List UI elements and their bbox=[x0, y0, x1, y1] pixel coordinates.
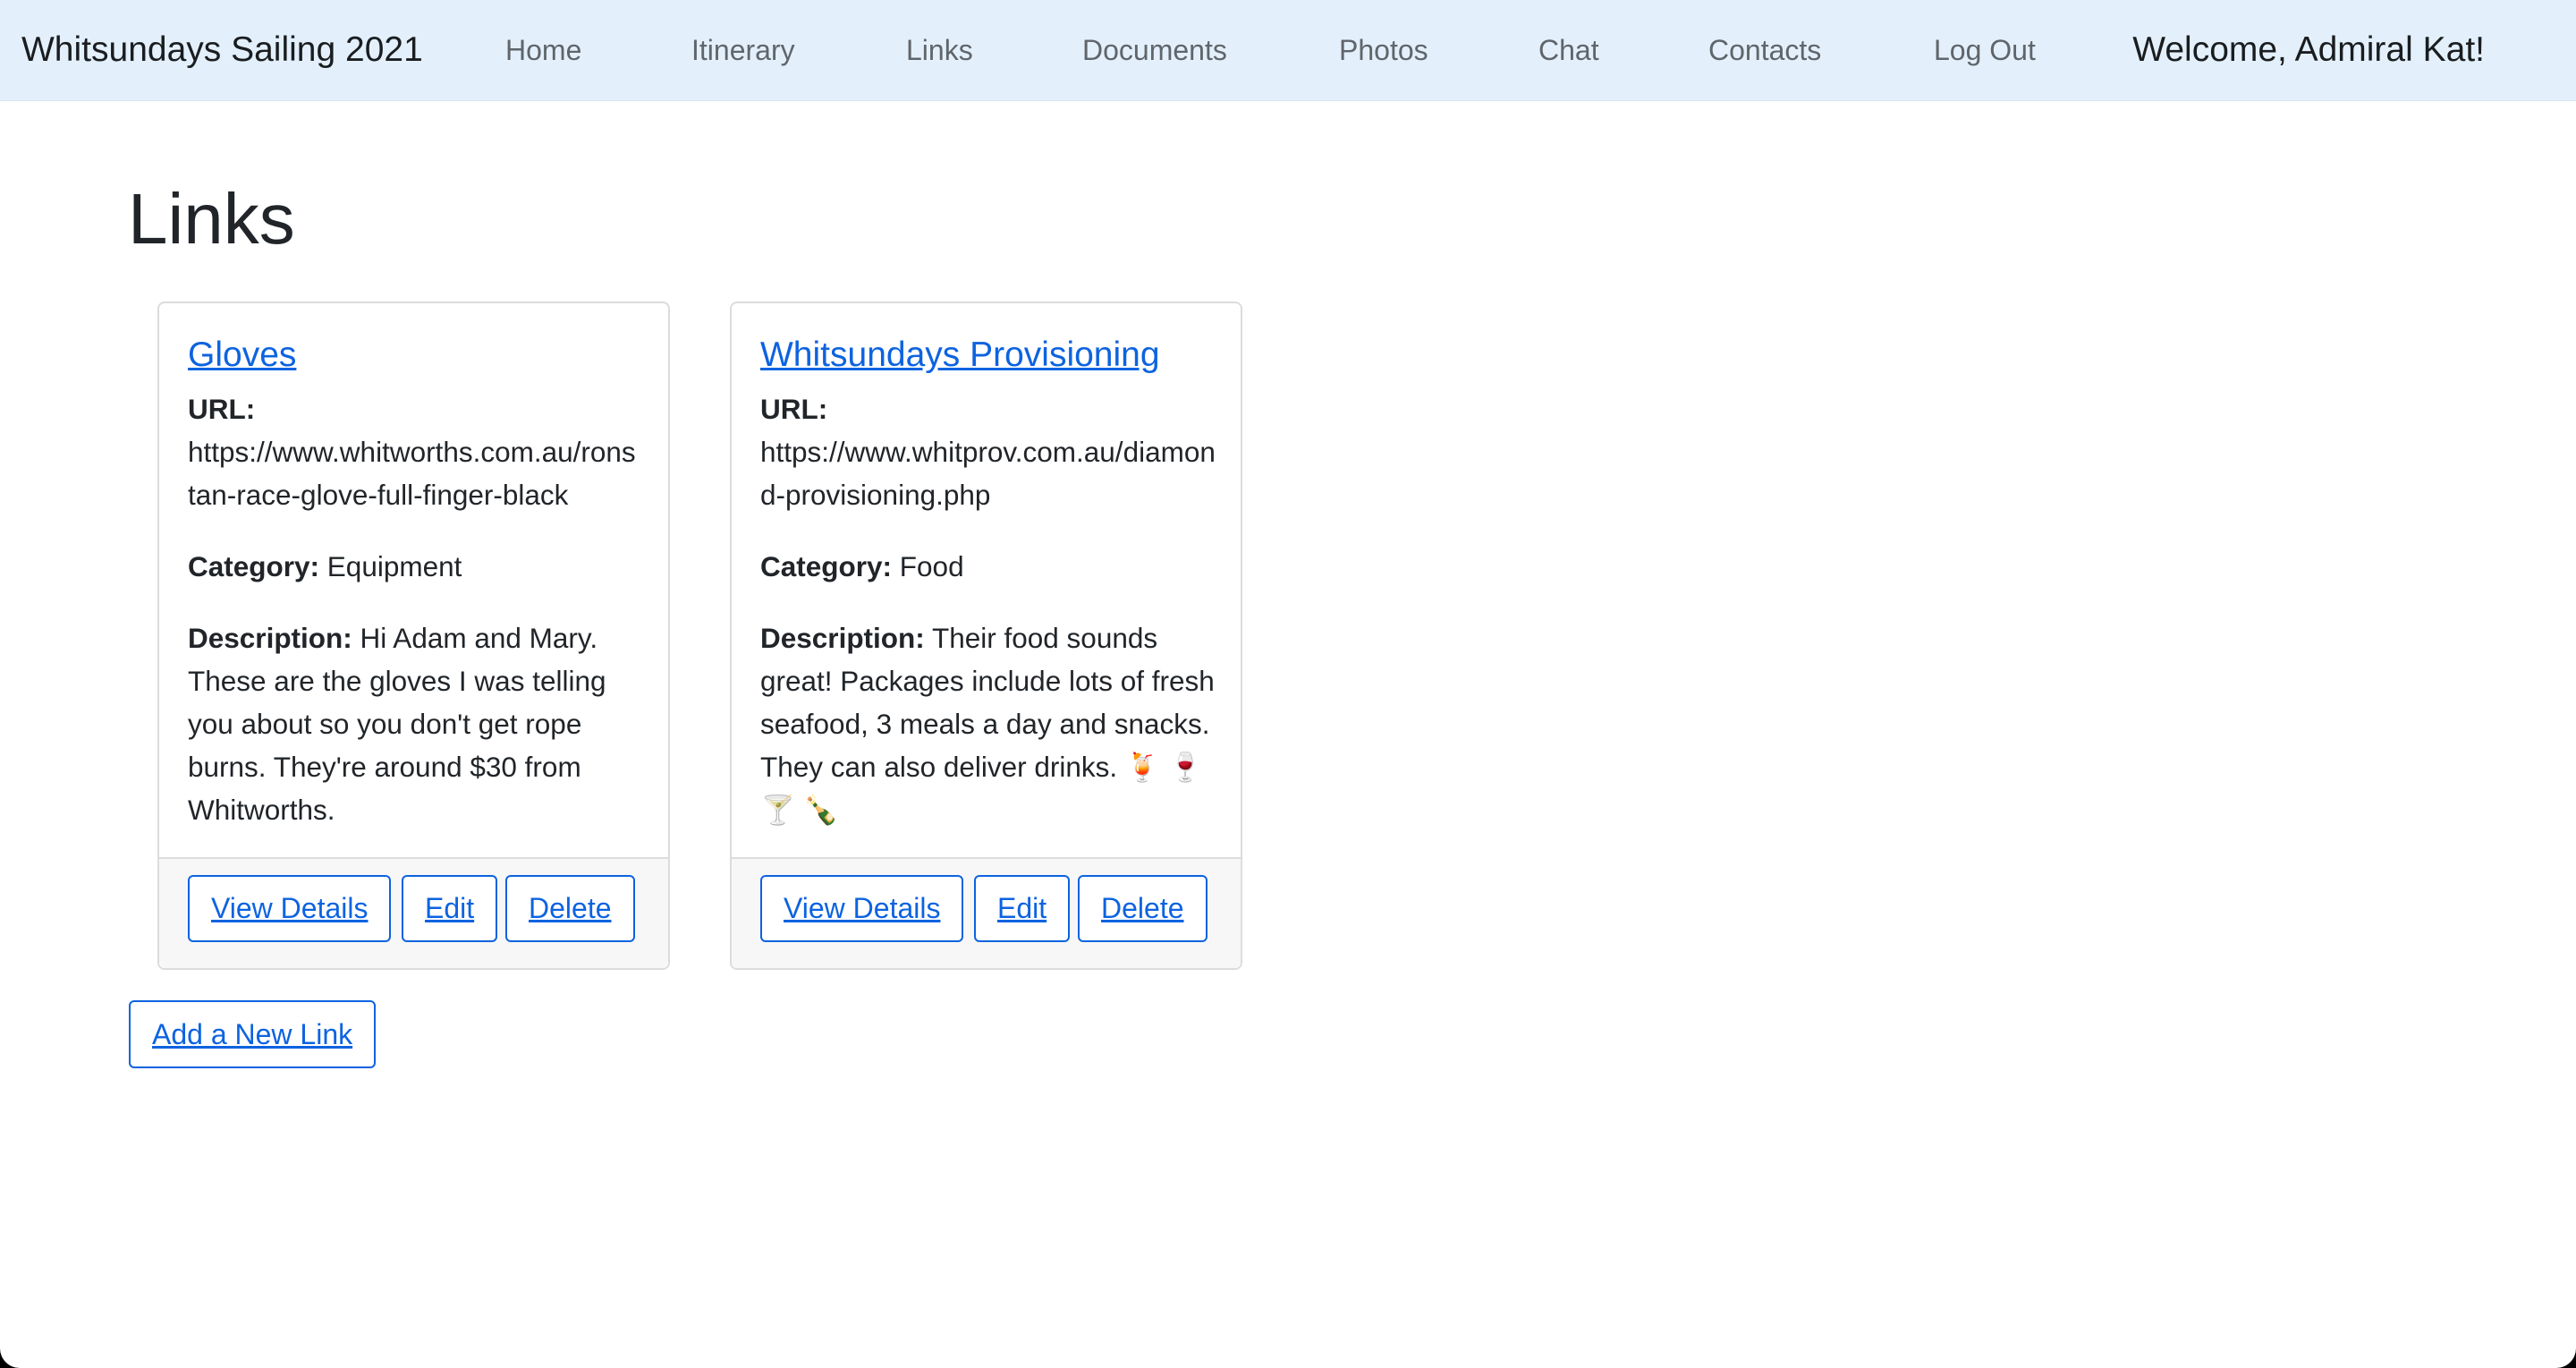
link-card: Whitsundays Provisioning URL: https://ww… bbox=[730, 302, 1242, 970]
link-category: Category: Food bbox=[760, 545, 1216, 588]
nav-log-out[interactable]: Log Out bbox=[1934, 0, 2036, 100]
navbar: Whitsundays Sailing 2021 Home Itinerary … bbox=[0, 0, 2576, 101]
card-footer: View Details Edit Delete bbox=[159, 857, 668, 968]
nav-chat[interactable]: Chat bbox=[1538, 0, 1599, 100]
description-label: Description: bbox=[188, 622, 352, 654]
nav-documents[interactable]: Documents bbox=[1082, 0, 1227, 100]
page-title: Links bbox=[128, 179, 295, 259]
nav-home[interactable]: Home bbox=[505, 0, 581, 100]
edit-button[interactable]: Edit bbox=[974, 875, 1071, 942]
link-description: Description: Their food sounds great! Pa… bbox=[760, 616, 1216, 831]
link-url: URL: https://www.whitprov.com.au/diamond… bbox=[760, 387, 1216, 516]
link-title[interactable]: Gloves bbox=[188, 330, 643, 380]
description-label: Description: bbox=[760, 622, 925, 654]
nav-links[interactable]: Links bbox=[906, 0, 973, 100]
card-footer: View Details Edit Delete bbox=[732, 857, 1241, 968]
category-value: Equipment bbox=[326, 550, 462, 582]
add-new-link-button[interactable]: Add a New Link bbox=[129, 1000, 377, 1068]
view-details-button[interactable]: View Details bbox=[188, 875, 392, 942]
edit-button[interactable]: Edit bbox=[402, 875, 498, 942]
delete-button[interactable]: Delete bbox=[1078, 875, 1208, 942]
delete-button[interactable]: Delete bbox=[505, 875, 635, 942]
category-label: Category: bbox=[188, 550, 320, 582]
url-value: https://www.whitprov.com.au/diamond-prov… bbox=[760, 436, 1216, 511]
card-body: Whitsundays Provisioning URL: https://ww… bbox=[760, 330, 1216, 860]
link-url: URL: https://www.whitworths.com.au/ronst… bbox=[188, 387, 643, 516]
link-title[interactable]: Whitsundays Provisioning bbox=[760, 330, 1216, 380]
welcome-message: Welcome, Admiral Kat! bbox=[2132, 30, 2485, 69]
link-category: Category: Equipment bbox=[188, 545, 643, 588]
url-label: URL: bbox=[188, 393, 256, 425]
url-label: URL: bbox=[760, 393, 828, 425]
brand-link[interactable]: Whitsundays Sailing 2021 bbox=[21, 0, 423, 100]
link-description: Description: Hi Adam and Mary. These are… bbox=[188, 616, 643, 831]
link-card: Gloves URL: https://www.whitworths.com.a… bbox=[157, 302, 670, 970]
card-body: Gloves URL: https://www.whitworths.com.a… bbox=[188, 330, 643, 860]
url-value: https://www.whitworths.com.au/ronstan-ra… bbox=[188, 436, 636, 511]
page: Whitsundays Sailing 2021 Home Itinerary … bbox=[0, 0, 2576, 1368]
nav-photos[interactable]: Photos bbox=[1339, 0, 1428, 100]
category-label: Category: bbox=[760, 550, 893, 582]
view-details-button[interactable]: View Details bbox=[760, 875, 964, 942]
nav-itinerary[interactable]: Itinerary bbox=[691, 0, 795, 100]
nav-contacts[interactable]: Contacts bbox=[1708, 0, 1821, 100]
category-value: Food bbox=[899, 550, 964, 582]
